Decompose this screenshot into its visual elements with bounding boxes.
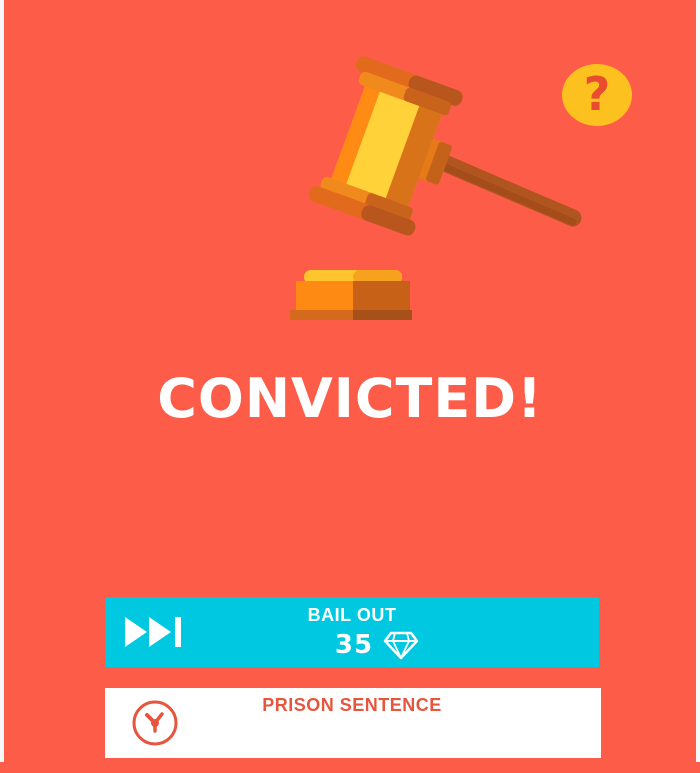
judge-gavel-icon	[290, 56, 582, 320]
bail-out-cost: 35	[105, 630, 599, 660]
gavel-handle	[417, 146, 582, 227]
prison-sentence-label: PRISON SENTENCE	[262, 695, 442, 715]
result-headline: CONVICTED!	[157, 367, 543, 430]
prison-sentence-panel-end	[500, 688, 601, 758]
clock-icon	[132, 700, 178, 746]
bail-out-button[interactable]: BAIL OUT 35	[105, 597, 599, 667]
gavel-head	[308, 56, 463, 236]
gavel-sound-block	[290, 270, 412, 320]
diamond-icon	[383, 631, 419, 660]
bail-out-label: BAIL OUT	[307, 605, 397, 625]
bottom-strip	[0, 762, 700, 773]
help-button[interactable]: ?	[562, 64, 632, 126]
prison-sentence-button[interactable]: PRISON SENTENCE	[105, 688, 601, 758]
convicted-screen: ? CONVICTED! BAIL OUT 35 PRISON SENTENCE	[0, 0, 700, 773]
question-mark-icon: ?	[583, 67, 611, 121]
bail-out-cost-value: 35	[334, 630, 374, 660]
